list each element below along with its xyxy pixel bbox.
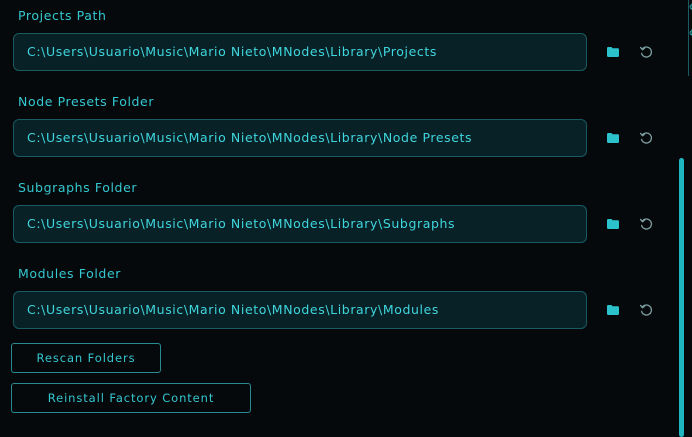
projects-path-label: Projects Path <box>18 8 107 23</box>
folder-icon <box>607 133 619 143</box>
reset-icon <box>639 217 652 230</box>
projects-browse-button[interactable] <box>603 42 623 62</box>
subgraphs-browse-button[interactable] <box>603 214 623 234</box>
reset-icon <box>639 131 652 144</box>
folder-icon <box>607 47 619 57</box>
node-presets-folder-input[interactable]: C:\Users\Usuario\Music\Mario Nieto\MNode… <box>13 119 587 157</box>
projects-path-row: C:\Users\Usuario\Music\Mario Nieto\MNode… <box>13 33 689 73</box>
reinstall-factory-content-button[interactable]: Reinstall Factory Content <box>11 383 251 413</box>
reset-icon <box>639 303 652 316</box>
node-presets-browse-button[interactable] <box>603 128 623 148</box>
adjacent-panel-edge <box>688 0 692 76</box>
scrollbar-thumb[interactable] <box>679 158 684 437</box>
node-presets-reset-button[interactable] <box>636 128 656 148</box>
subgraphs-folder-input[interactable]: C:\Users\Usuario\Music\Mario Nieto\MNode… <box>13 205 587 243</box>
projects-path-input[interactable]: C:\Users\Usuario\Music\Mario Nieto\MNode… <box>13 33 587 71</box>
modules-reset-button[interactable] <box>636 300 656 320</box>
reset-icon <box>639 45 652 58</box>
modules-folder-input[interactable]: C:\Users\Usuario\Music\Mario Nieto\MNode… <box>13 291 587 329</box>
folder-icon <box>607 219 619 229</box>
modules-folder-label: Modules Folder <box>18 266 121 281</box>
node-presets-folder-label: Node Presets Folder <box>18 94 155 109</box>
subgraphs-reset-button[interactable] <box>636 214 656 234</box>
rescan-folders-button[interactable]: Rescan Folders <box>11 343 161 373</box>
folder-icon <box>607 305 619 315</box>
projects-reset-button[interactable] <box>636 42 656 62</box>
node-presets-folder-row: C:\Users\Usuario\Music\Mario Nieto\MNode… <box>13 119 689 159</box>
subgraphs-folder-label: Subgraphs Folder <box>18 180 138 195</box>
modules-browse-button[interactable] <box>603 300 623 320</box>
modules-folder-row: C:\Users\Usuario\Music\Mario Nieto\MNode… <box>13 291 689 331</box>
subgraphs-folder-row: C:\Users\Usuario\Music\Mario Nieto\MNode… <box>13 205 689 245</box>
